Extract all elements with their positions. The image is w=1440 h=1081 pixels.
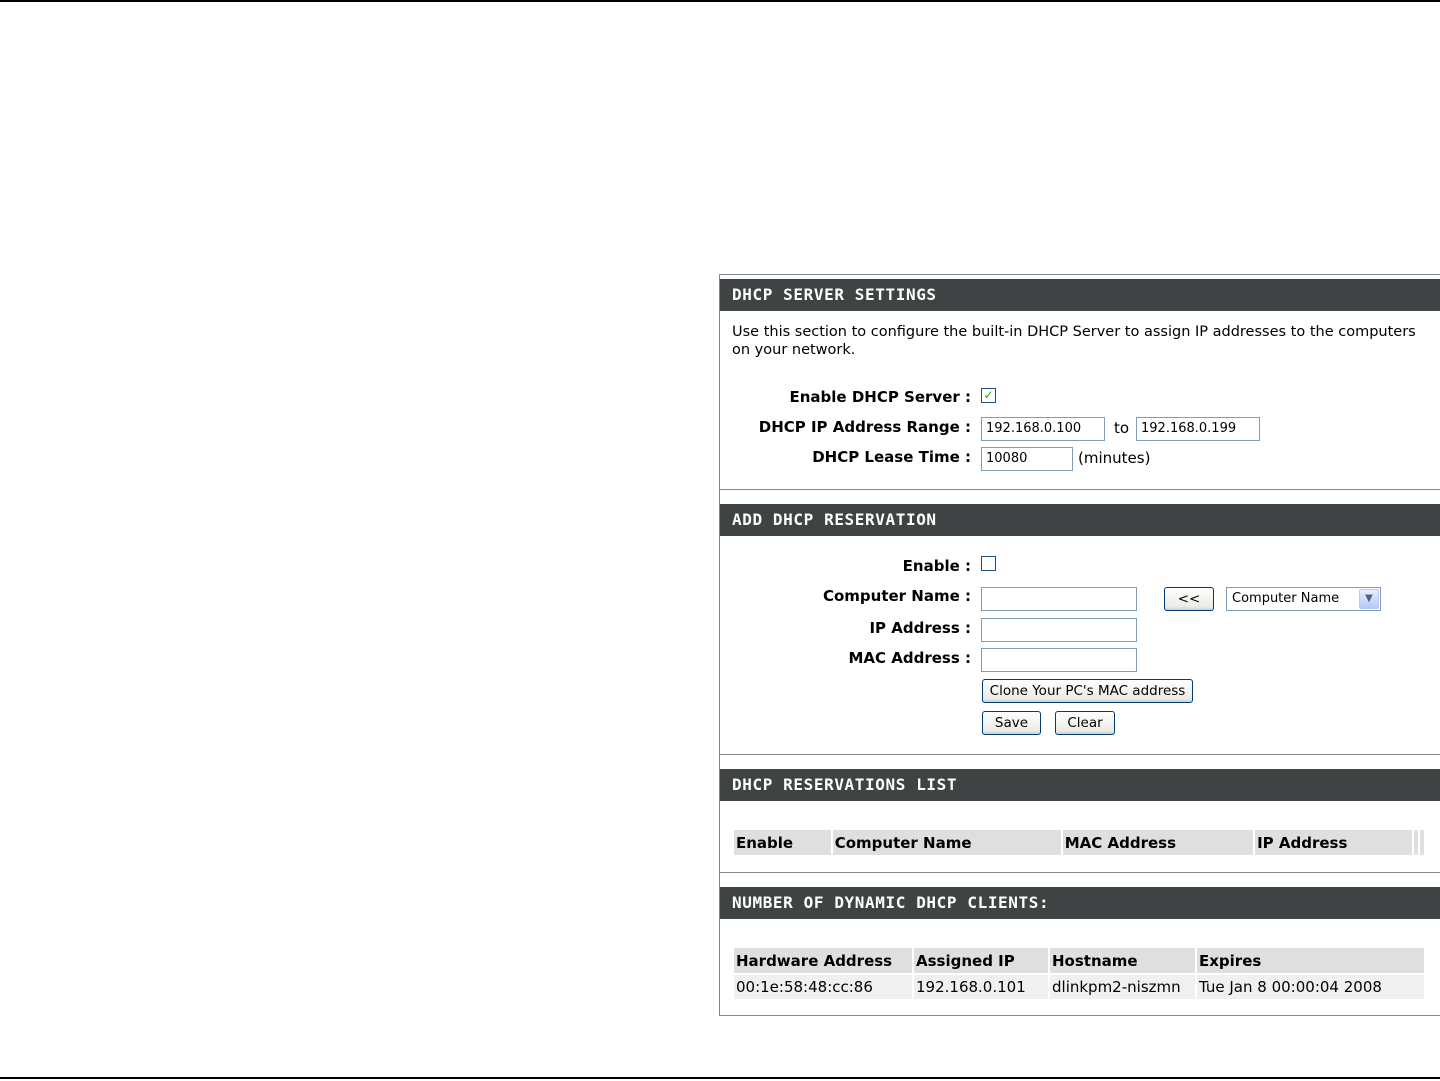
add-dhcp-reservation-section: ADD DHCP RESERVATION bbox=[720, 504, 1440, 536]
reservation-enable-checkbox[interactable] bbox=[981, 556, 996, 571]
lease-time-input[interactable]: 10080 bbox=[981, 447, 1073, 471]
column-header-expires: Expires bbox=[1197, 948, 1424, 973]
mac-address-input[interactable] bbox=[981, 648, 1137, 672]
table-header-row: Enable Computer Name MAC Address IP Addr… bbox=[734, 830, 1424, 855]
page-bottom-rule bbox=[0, 1077, 1440, 1079]
clear-button[interactable]: Clear bbox=[1055, 711, 1115, 735]
ip-address-label: IP Address : bbox=[869, 619, 971, 637]
dynamic-clients-table: Hardware Address Assigned IP Hostname Ex… bbox=[732, 946, 1426, 1001]
column-header-ip-address: IP Address bbox=[1255, 830, 1412, 855]
clone-mac-address-button[interactable]: Clone Your PC's MAC address bbox=[982, 679, 1193, 703]
computer-name-input[interactable] bbox=[981, 587, 1137, 611]
dhcp-server-settings-section: DHCP SERVER SETTINGS bbox=[720, 279, 1440, 311]
column-header-assigned-ip: Assigned IP bbox=[914, 948, 1048, 973]
chevron-down-icon[interactable]: ▼ bbox=[1359, 589, 1379, 609]
column-header-spacer bbox=[1413, 830, 1418, 855]
table-header-row: Hardware Address Assigned IP Hostname Ex… bbox=[734, 948, 1424, 973]
computer-name-label: Computer Name : bbox=[822, 587, 971, 605]
mac-address-label: MAC Address : bbox=[848, 649, 972, 667]
section-divider bbox=[720, 754, 1440, 755]
reservations-table: Enable Computer Name MAC Address IP Addr… bbox=[732, 828, 1426, 857]
section-divider bbox=[720, 489, 1440, 490]
section-divider bbox=[720, 872, 1440, 873]
computer-name-select-value: Computer Name bbox=[1232, 591, 1340, 606]
column-header-computer-name: Computer Name bbox=[832, 830, 1061, 855]
section-title-dynamic-clients: NUMBER OF DYNAMIC DHCP CLIENTS: bbox=[720, 887, 1440, 919]
save-button[interactable]: Save bbox=[982, 711, 1041, 735]
section-title-dhcp-server: DHCP SERVER SETTINGS bbox=[720, 279, 1440, 311]
column-header-hardware-address: Hardware Address bbox=[734, 948, 912, 973]
dhcp-reservations-list-section: DHCP RESERVATIONS LIST bbox=[720, 769, 1440, 801]
cell-hardware-address: 00:1e:58:48:cc:86 bbox=[734, 975, 912, 999]
dhcp-ip-range-label: DHCP IP Address Range : bbox=[758, 418, 971, 436]
section-title-reservations-list: DHCP RESERVATIONS LIST bbox=[720, 769, 1440, 801]
section-title-add-reservation: ADD DHCP RESERVATION bbox=[720, 504, 1440, 536]
column-header-mac-address: MAC Address bbox=[1062, 830, 1254, 855]
cell-assigned-ip: 192.168.0.101 bbox=[914, 975, 1048, 999]
ip-address-input[interactable] bbox=[981, 618, 1137, 642]
reservation-enable-label: Enable : bbox=[902, 557, 971, 575]
dynamic-dhcp-clients-section: NUMBER OF DYNAMIC DHCP CLIENTS: bbox=[720, 887, 1440, 919]
checkmark-icon: ✓ bbox=[983, 388, 994, 402]
cell-expires: Tue Jan 8 00:00:04 2008 bbox=[1197, 975, 1424, 999]
cell-hostname: dlinkpm2-niszmn bbox=[1050, 975, 1195, 999]
column-header-enable: Enable bbox=[734, 830, 831, 855]
range-to-text: to bbox=[1114, 419, 1130, 437]
copy-computer-name-button[interactable]: << bbox=[1164, 587, 1214, 611]
dhcp-lease-time-label: DHCP Lease Time : bbox=[812, 448, 971, 466]
enable-dhcp-server-label: Enable DHCP Server : bbox=[789, 388, 972, 406]
page-top-rule bbox=[0, 0, 1440, 2]
lease-unit-text: (minutes) bbox=[1078, 449, 1151, 467]
column-header-hostname: Hostname bbox=[1050, 948, 1195, 973]
table-row: 00:1e:58:48:cc:86 192.168.0.101 dlinkpm2… bbox=[734, 975, 1424, 999]
range-start-input[interactable]: 192.168.0.100 bbox=[981, 417, 1105, 441]
enable-dhcp-server-checkbox[interactable]: ✓ bbox=[981, 388, 996, 403]
computer-name-select[interactable]: Computer Name ▼ bbox=[1226, 587, 1381, 611]
dhcp-settings-panel: DHCP SERVER SETTINGS Use this section to… bbox=[719, 274, 1440, 1016]
column-header-spacer bbox=[1419, 830, 1424, 855]
range-end-input[interactable]: 192.168.0.199 bbox=[1136, 417, 1260, 441]
dhcp-server-description: Use this section to configure the built-… bbox=[732, 324, 1416, 358]
